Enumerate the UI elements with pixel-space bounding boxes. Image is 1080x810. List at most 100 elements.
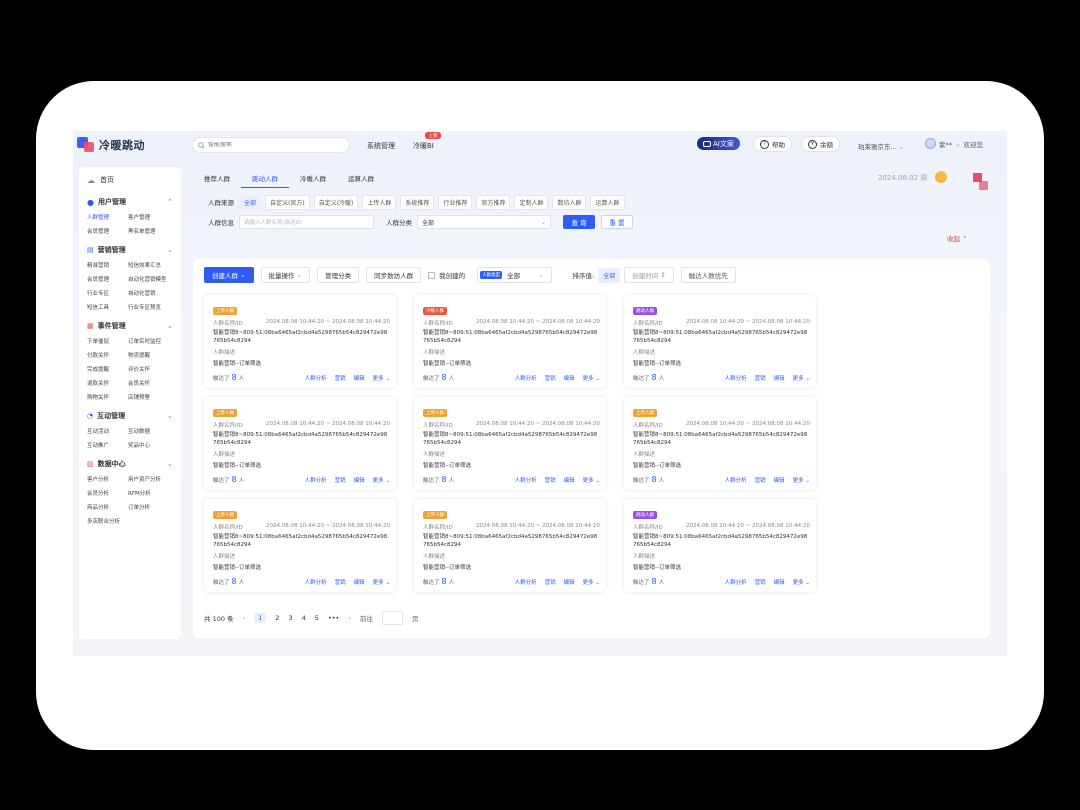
more-menu[interactable]: 更多 ⌄ bbox=[793, 578, 810, 586]
source-chip[interactable]: 自定义(官方) bbox=[265, 194, 310, 210]
sidebar-item[interactable]: 下单催促 bbox=[87, 337, 128, 345]
edit-link[interactable]: 编辑 bbox=[774, 476, 785, 484]
more-menu[interactable]: 更多 ⌄ bbox=[373, 476, 390, 484]
balance-button[interactable]: ¥ 余额 bbox=[801, 136, 840, 152]
sort-reach-button[interactable]: 触达人数优先 bbox=[680, 267, 736, 283]
page-number[interactable]: 4 bbox=[302, 614, 306, 622]
marketing-link[interactable]: 营销 bbox=[335, 476, 346, 484]
crowd-card[interactable]: 上传人群 人群名称/ID 2024.08.08 10:44:20 ~ 2024.0… bbox=[624, 397, 816, 490]
tab-recommended[interactable]: 推荐人群 bbox=[193, 170, 241, 188]
more-menu[interactable]: 更多 ⌄ bbox=[583, 476, 600, 484]
analysis-link[interactable]: 人群分析 bbox=[725, 374, 747, 382]
ai-copy-button[interactable]: AI文案 bbox=[697, 137, 740, 150]
sidebar-item-crowd-manage[interactable]: 人群管理 bbox=[87, 213, 128, 221]
sidebar-item[interactable]: 购物关怀 bbox=[87, 393, 128, 401]
batch-operation-button[interactable]: 批量操作 ⌄ bbox=[260, 267, 311, 283]
source-chip[interactable]: 定制人群 bbox=[514, 194, 549, 210]
marketing-link[interactable]: 营销 bbox=[755, 476, 766, 484]
sidebar-item-home[interactable]: ☁ 首页 bbox=[87, 175, 181, 185]
more-pages[interactable]: ••• bbox=[328, 614, 340, 622]
edit-link[interactable]: 编辑 bbox=[774, 578, 785, 586]
sort-time-button[interactable]: 创建时间 ⇕ bbox=[624, 267, 674, 283]
sidebar-item[interactable]: 物流提醒 bbox=[128, 351, 178, 359]
sidebar-item[interactable]: 会员管理 bbox=[87, 227, 128, 235]
sidebar-item[interactable]: 精准营销 bbox=[87, 261, 128, 269]
analysis-link[interactable]: 人群分析 bbox=[305, 374, 327, 382]
sidebar-item[interactable]: 互动数据 bbox=[128, 427, 178, 435]
marketing-link[interactable]: 营销 bbox=[335, 374, 346, 382]
edit-link[interactable]: 编辑 bbox=[354, 374, 365, 382]
mine-checkbox[interactable]: 我创建的 bbox=[428, 270, 465, 280]
sidebar-item[interactable]: 评价关怀 bbox=[128, 365, 178, 373]
sidebar-item[interactable]: 客户分析 bbox=[87, 475, 128, 483]
source-chip[interactable]: 系统推荐 bbox=[400, 194, 435, 210]
crowd-card[interactable]: 上传人群 人群名称/ID 2024.08.08 10:44:20 ~ 2024.0… bbox=[204, 499, 396, 592]
sidebar-item[interactable]: 黑名单管理 bbox=[128, 227, 178, 235]
marketing-link[interactable]: 营销 bbox=[545, 374, 556, 382]
crowd-card[interactable]: 跳动人群 人群名称/ID 2024.08.08 10:44:20 ~ 2024.0… bbox=[624, 295, 816, 388]
analysis-link[interactable]: 人群分析 bbox=[515, 374, 537, 382]
sidebar-item[interactable]: 自动化营销 bbox=[128, 289, 178, 297]
create-crowd-button[interactable]: 创建人群 ⌄ bbox=[204, 267, 254, 283]
marketing-link[interactable]: 营销 bbox=[545, 578, 556, 586]
sidebar-item[interactable]: 行业专区 bbox=[87, 289, 128, 297]
more-menu[interactable]: 更多 ⌄ bbox=[373, 374, 390, 382]
source-chip[interactable]: 自定义(冷暖) bbox=[313, 194, 359, 210]
sidebar-item[interactable]: 店铺预警 bbox=[128, 393, 178, 401]
page-number[interactable]: 1 bbox=[254, 613, 267, 623]
page-number[interactable]: 5 bbox=[315, 614, 319, 622]
analysis-link[interactable]: 人群分析 bbox=[305, 578, 327, 586]
sidebar-item[interactable]: 多店联合分析 bbox=[87, 517, 178, 525]
search-box[interactable] bbox=[192, 137, 350, 153]
edit-link[interactable]: 编辑 bbox=[354, 578, 365, 586]
sidebar-group-header[interactable]: ▥ 数据中心 ⌄ bbox=[87, 459, 181, 469]
page-number[interactable]: 2 bbox=[275, 614, 279, 622]
query-button[interactable]: 查 询 bbox=[563, 215, 595, 229]
page-number[interactable]: 3 bbox=[288, 614, 292, 622]
crowd-card[interactable]: 上传人群 人群名称/ID 2024.08.08 10:44:20 ~ 2024.0… bbox=[204, 295, 396, 388]
tab-computed[interactable]: 运算人群 bbox=[337, 170, 385, 188]
category-select[interactable]: 全部 ⌄ bbox=[417, 215, 551, 229]
search-input[interactable] bbox=[208, 142, 338, 148]
source-chip[interactable]: 官方推荐 bbox=[476, 194, 511, 210]
sidebar-item[interactable]: 订单实时监控 bbox=[128, 337, 178, 345]
sync-crowd-button[interactable]: 同步数坊人群 bbox=[366, 267, 422, 283]
analysis-link[interactable]: 人群分析 bbox=[725, 578, 747, 586]
crowd-card[interactable]: 上传人群 人群名称/ID 2024.08.08 10:44:20 ~ 2024.0… bbox=[414, 499, 606, 592]
sidebar-item[interactable]: RFM分析 bbox=[128, 489, 178, 497]
marketing-link[interactable]: 营销 bbox=[755, 374, 766, 382]
more-menu[interactable]: 更多 ⌄ bbox=[793, 374, 810, 382]
shop-selector[interactable]: 珀莱雅京东... ⌄ bbox=[858, 141, 904, 151]
user-menu[interactable]: 紫** ⌄ 欢迎您 bbox=[925, 138, 983, 149]
goto-page-input[interactable] bbox=[381, 611, 403, 625]
prev-page-icon[interactable]: ‹ bbox=[243, 614, 246, 622]
analysis-link[interactable]: 人群分析 bbox=[515, 476, 537, 484]
source-chip[interactable]: 全部 bbox=[239, 194, 262, 210]
tab-cold-warm[interactable]: 冷暖人群 bbox=[289, 170, 337, 188]
sidebar-item[interactable]: 会员分析 bbox=[87, 489, 128, 497]
sidebar-item[interactable]: 奖品中心 bbox=[128, 441, 178, 449]
crowd-card[interactable]: 跳动人群 人群名称/ID 2024.08.08 10:44:20 ~ 2024.0… bbox=[624, 499, 816, 592]
source-chip[interactable]: 运算人群 bbox=[590, 194, 625, 210]
nav-system-management[interactable]: 系统管理 bbox=[367, 141, 395, 151]
help-button[interactable]: ? 帮助 bbox=[753, 136, 792, 152]
sidebar-item[interactable]: 完成提醒 bbox=[87, 365, 128, 373]
crowd-card[interactable]: 冷暖人群 人群名称/ID 2024.08.08 10:44:20 ~ 2024.0… bbox=[414, 295, 606, 388]
sidebar-item[interactable]: 会员关怀 bbox=[128, 379, 178, 387]
app-logo[interactable]: 冷暖跳动 bbox=[77, 137, 145, 153]
crowd-card[interactable]: 上传人群 人群名称/ID 2024.08.08 10:44:20 ~ 2024.0… bbox=[414, 397, 606, 490]
manage-category-button[interactable]: 管理分类 bbox=[317, 267, 360, 283]
crowd-type-select[interactable]: 人群类型 全部 ⌄ bbox=[477, 267, 552, 283]
sidebar-item[interactable]: 用户资产分析 bbox=[128, 475, 178, 483]
sidebar-group-header[interactable]: ● 用户管理 ⌃ bbox=[87, 197, 181, 207]
sidebar-item[interactable]: 行业专区预览 bbox=[128, 303, 178, 311]
sidebar-item[interactable]: 退款关怀 bbox=[87, 379, 128, 387]
edit-link[interactable]: 编辑 bbox=[774, 374, 785, 382]
sidebar-group-header[interactable]: ◔ 互动管理 ⌄ bbox=[87, 411, 181, 421]
reset-button[interactable]: 重 置 bbox=[601, 215, 633, 229]
edit-link[interactable]: 编辑 bbox=[354, 476, 365, 484]
source-chip[interactable]: 行业推荐 bbox=[438, 194, 473, 210]
tab-dynamic[interactable]: 跳动人群 bbox=[241, 170, 289, 188]
collapse-toggle[interactable]: 收起 ⌃ bbox=[947, 233, 968, 243]
analysis-link[interactable]: 人群分析 bbox=[725, 476, 747, 484]
